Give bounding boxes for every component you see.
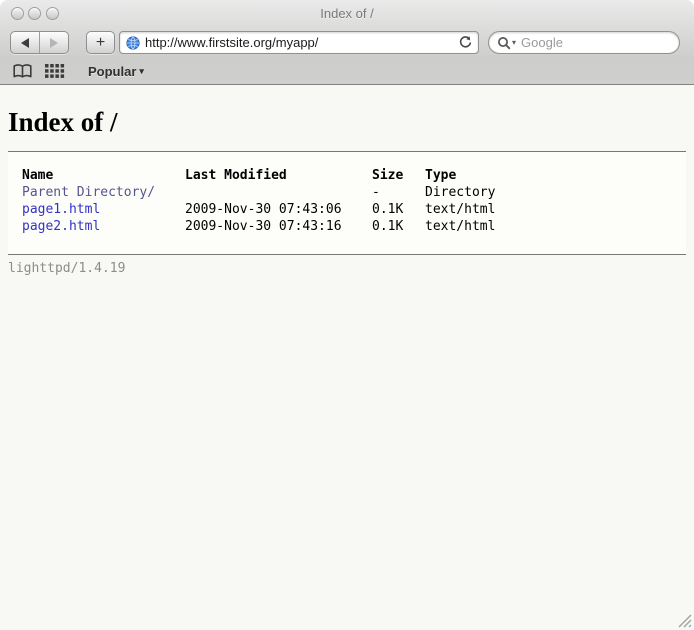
bookmark-folder-popular[interactable]: Popular ▾ (88, 59, 144, 83)
forward-arrow-icon (50, 38, 58, 48)
chevron-down-icon: ▾ (139, 66, 144, 77)
table-row: page2.html 2009-Nov-30 07:43:16 0.1K tex… (22, 218, 495, 235)
minimize-button[interactable] (28, 7, 41, 20)
back-button[interactable] (11, 32, 40, 53)
plus-icon: + (96, 35, 105, 51)
globe-icon (126, 36, 140, 50)
cell-type: text/html (425, 218, 495, 235)
window-title: Index of / (70, 6, 624, 21)
forward-button[interactable] (40, 32, 68, 53)
cell-last-modified: 2009-Nov-30 07:43:06 (185, 201, 372, 218)
resize-handle[interactable] (676, 612, 692, 628)
page-viewport: Index of / Name Last Modified Size Type … (0, 85, 694, 630)
header-size: Size (372, 167, 425, 184)
directory-table: Name Last Modified Size Type Parent Dire… (22, 167, 495, 235)
table-row: Parent Directory/ - Directory (22, 184, 495, 201)
search-bar: ▾ (488, 31, 680, 54)
server-version-footer: lighttpd/1.4.19 (8, 261, 686, 276)
cell-type: text/html (425, 201, 495, 218)
reload-icon[interactable] (459, 36, 472, 49)
window-chrome: Index of / + (0, 0, 694, 85)
cell-last-modified: 2009-Nov-30 07:43:16 (185, 218, 372, 235)
cell-size: 0.1K (372, 201, 425, 218)
parent-directory-link[interactable]: Parent Directory/ (22, 185, 155, 200)
url-input[interactable] (140, 33, 459, 52)
header-name: Name (22, 167, 185, 184)
show-bookmarks-button[interactable] (12, 59, 33, 83)
address-bar (119, 31, 479, 54)
nav-buttons (10, 31, 69, 54)
header-last-modified: Last Modified (185, 167, 372, 184)
table-header-row: Name Last Modified Size Type (22, 167, 495, 184)
page-title: Index of / (8, 107, 686, 138)
page1-link[interactable]: page1.html (22, 202, 100, 217)
cell-size: 0.1K (372, 218, 425, 235)
back-arrow-icon (21, 38, 29, 48)
browser-window: Index of / + (0, 0, 694, 630)
grid-icon (45, 64, 65, 78)
add-bookmark-button[interactable]: + (86, 31, 115, 54)
popular-label: Popular (88, 64, 136, 79)
top-sites-button[interactable] (45, 59, 65, 83)
close-button[interactable] (11, 7, 24, 20)
search-input[interactable] (516, 33, 671, 52)
cell-type: Directory (425, 184, 495, 201)
page2-link[interactable]: page2.html (22, 219, 100, 234)
header-type: Type (425, 167, 495, 184)
zoom-button[interactable] (46, 7, 59, 20)
cell-last-modified (185, 184, 372, 201)
cell-size: - (372, 184, 425, 201)
magnifier-icon[interactable] (497, 36, 511, 50)
open-book-icon (12, 63, 33, 79)
directory-listing: Name Last Modified Size Type Parent Dire… (8, 151, 686, 255)
table-row: page1.html 2009-Nov-30 07:43:06 0.1K tex… (22, 201, 495, 218)
